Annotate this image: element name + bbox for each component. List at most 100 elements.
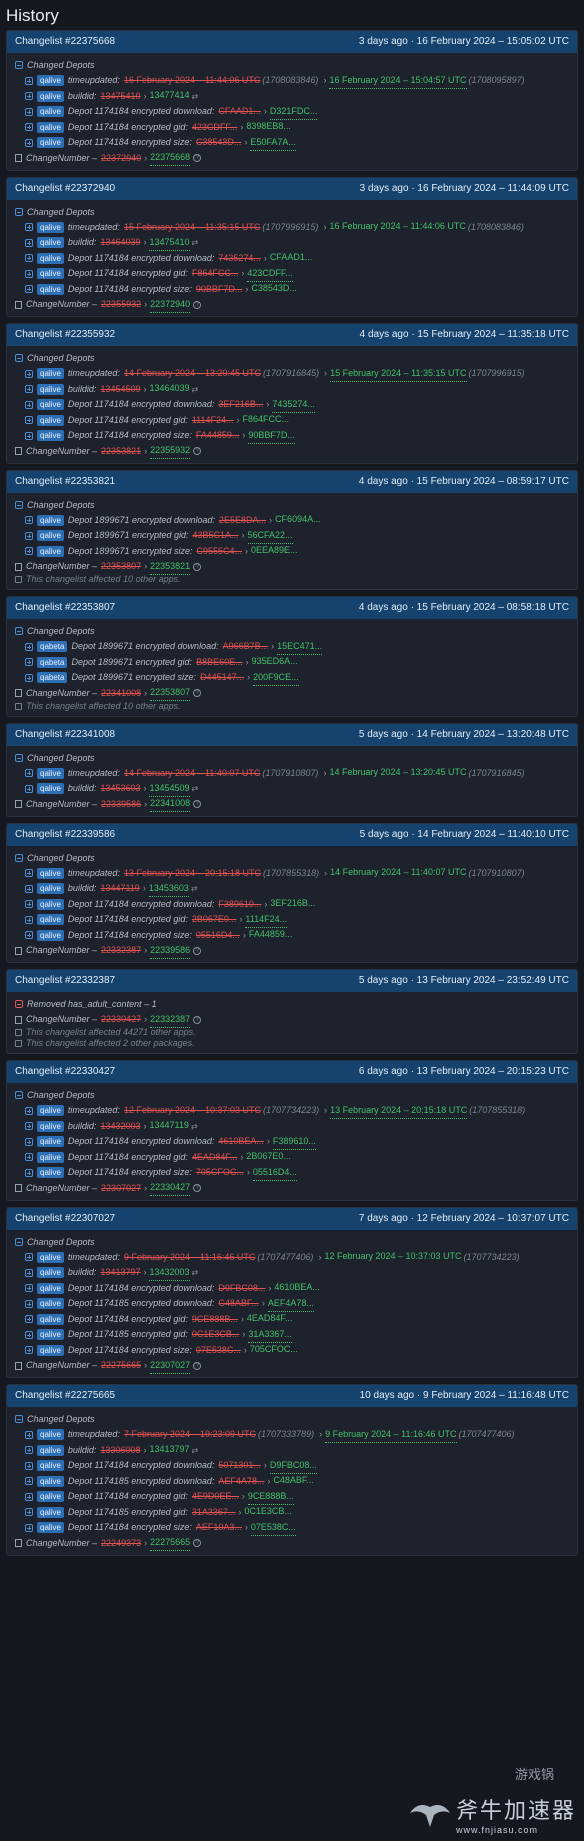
new-value[interactable]: 16 February 2024 – 15:04:57 UTC (329, 73, 467, 89)
changelist-id-link[interactable]: Changelist #22332387 (15, 970, 115, 992)
new-value[interactable]: 15EC471... (277, 639, 323, 655)
new-value[interactable]: 13432003 (149, 1265, 190, 1281)
new-value[interactable]: 14 February 2024 – 13:20:45 UTC (329, 766, 467, 781)
change-number-old[interactable]: 22330427 (101, 1012, 141, 1027)
new-value[interactable]: 0C1E3CB... (244, 1505, 292, 1520)
help-icon[interactable]: ? (193, 946, 202, 955)
new-value[interactable]: C38543D... (251, 282, 297, 297)
history-icon[interactable]: ⇄ (192, 1443, 199, 1459)
new-value[interactable]: F864FCC... (242, 413, 290, 428)
change-number-new[interactable]: 22372940 (150, 297, 191, 313)
changelist-id-link[interactable]: Changelist #22307027 (15, 1208, 115, 1230)
new-value[interactable]: D321FDC... (269, 104, 318, 120)
changelist-id-link[interactable]: Changelist #22375668 (15, 31, 115, 53)
new-value[interactable]: 13454509 (149, 781, 190, 797)
new-value[interactable]: F389610... (272, 1134, 316, 1150)
new-value[interactable]: AEF4A78... (267, 1296, 314, 1312)
new-value[interactable]: 15 February 2024 – 11:35:15 UTC (330, 366, 467, 382)
new-value[interactable]: FA44859... (248, 928, 293, 943)
help-icon[interactable]: ? (193, 1015, 202, 1024)
change-number-old[interactable]: 22307027 (101, 1181, 141, 1196)
changelist-id-link[interactable]: Changelist #22353821 (15, 471, 115, 493)
new-value[interactable]: 423CDFF... (247, 266, 293, 282)
changelist-id-link[interactable]: Changelist #22339586 (15, 824, 115, 846)
new-value[interactable]: E50FA7A... (250, 135, 296, 151)
new-value[interactable]: 13447119 (149, 1119, 189, 1134)
new-value[interactable]: 14 February 2024 – 11:40:07 UTC (330, 866, 467, 881)
history-icon[interactable]: ⇄ (192, 781, 199, 797)
new-value[interactable]: 9CE888B... (247, 1489, 294, 1505)
change-number-new[interactable]: 22353807 (150, 685, 191, 701)
help-icon[interactable]: ? (193, 1539, 202, 1547)
change-number-old[interactable]: 22275665 (101, 1358, 141, 1373)
help-icon[interactable]: ? (193, 800, 202, 808)
change-number-new[interactable]: 22275665 (150, 1535, 191, 1551)
change-number-old[interactable]: 22355932 (101, 297, 141, 312)
history-icon[interactable]: ⇄ (191, 1119, 198, 1135)
new-value[interactable]: C48ABF... (273, 1474, 314, 1489)
new-value[interactable]: 13 February 2024 – 20:15:18 UTC (330, 1103, 468, 1119)
new-value[interactable]: 3EF216B... (270, 897, 316, 912)
new-value[interactable]: 1114F24... (245, 912, 288, 928)
change-number-new[interactable]: 22375668 (150, 150, 191, 166)
change-number-old[interactable]: 22372940 (101, 151, 141, 166)
new-value[interactable]: 9 February 2024 – 11:16:46 UTC (325, 1427, 457, 1443)
change-number-new[interactable]: 22332387 (150, 1012, 191, 1028)
new-value[interactable]: 4610BEA... (274, 1281, 320, 1296)
history-icon[interactable]: ⇄ (191, 881, 198, 897)
changelist-id-link[interactable]: Changelist #22372940 (15, 178, 115, 200)
new-value[interactable]: 0EEA89E... (251, 544, 298, 559)
new-value[interactable]: 12 February 2024 – 10:37:03 UTC (324, 1250, 462, 1265)
new-value[interactable]: 07E538C... (250, 1520, 296, 1536)
new-value[interactable]: 200F9CE... (253, 670, 299, 686)
change-number-old[interactable]: 22249373 (101, 1536, 141, 1551)
history-icon[interactable]: ⇄ (192, 1265, 199, 1281)
changelist-id-link[interactable]: Changelist #22341008 (15, 724, 115, 746)
new-value[interactable]: 2B067E0... (246, 1150, 291, 1165)
new-value[interactable]: 13475410 (149, 235, 190, 251)
change-number-old[interactable]: 22341008 (101, 686, 141, 701)
new-value[interactable]: 90BBF7D... (248, 428, 295, 444)
new-value[interactable]: 705CFOC... (249, 1343, 298, 1358)
new-value[interactable]: 8398EB8... (246, 120, 291, 135)
change-number-new[interactable]: 22307027 (150, 1358, 191, 1374)
change-number-new[interactable]: 22341008 (150, 796, 191, 812)
new-value[interactable]: 13464039 (149, 382, 190, 397)
help-icon[interactable]: ? (193, 447, 202, 455)
new-value[interactable]: CFAAD1... (269, 251, 313, 266)
changelist-id-link[interactable]: Changelist #22353807 (15, 597, 115, 619)
new-value[interactable]: 31A3367... (248, 1327, 292, 1343)
change-number-new[interactable]: 22330427 (150, 1180, 191, 1196)
new-value[interactable]: 4EAD84F... (246, 1312, 293, 1327)
new-value[interactable]: 05516D4... (252, 1165, 297, 1181)
change-number-new[interactable]: 22339586 (150, 943, 191, 959)
change-number-old[interactable]: 22353821 (101, 444, 141, 459)
change-number-row: ChangeNumber –22275665 › 22307027? (15, 1358, 569, 1374)
help-icon[interactable]: ? (193, 154, 202, 162)
change-number-new[interactable]: 22353821 (150, 559, 191, 575)
change-number-old[interactable]: 22332387 (101, 943, 141, 958)
new-value[interactable]: 13453603 (148, 881, 189, 897)
new-value[interactable]: 7435274... (272, 397, 315, 413)
new-value[interactable]: 13413797 (149, 1443, 190, 1458)
new-value[interactable]: D9FBC08... (269, 1458, 317, 1474)
new-value[interactable]: CF6094A... (275, 513, 321, 528)
changelist-id-link[interactable]: Changelist #22330427 (15, 1061, 115, 1083)
new-value[interactable]: 56CFA22... (247, 528, 293, 544)
help-icon[interactable]: ? (193, 1361, 202, 1370)
new-value[interactable]: 935ED6A... (251, 655, 298, 670)
change-number-old[interactable]: 22339586 (101, 797, 141, 812)
history-icon[interactable]: ⇄ (192, 382, 199, 398)
new-value[interactable]: 13477414 (149, 89, 190, 104)
help-icon[interactable]: ? (193, 1184, 202, 1192)
new-value[interactable]: 16 February 2024 – 11:44:06 UTC (329, 220, 466, 235)
changelist-id-link[interactable]: Changelist #22275665 (15, 1385, 115, 1407)
change-number-new[interactable]: 22355932 (150, 443, 191, 459)
history-icon[interactable]: ⇄ (192, 235, 199, 251)
help-icon[interactable]: ? (193, 300, 202, 309)
changelist-id-link[interactable]: Changelist #22355932 (15, 324, 115, 346)
change-number-old[interactable]: 22353807 (101, 559, 141, 574)
help-icon[interactable]: ? (193, 689, 202, 697)
help-icon[interactable]: ? (193, 562, 202, 571)
history-icon[interactable]: ⇄ (192, 89, 199, 105)
